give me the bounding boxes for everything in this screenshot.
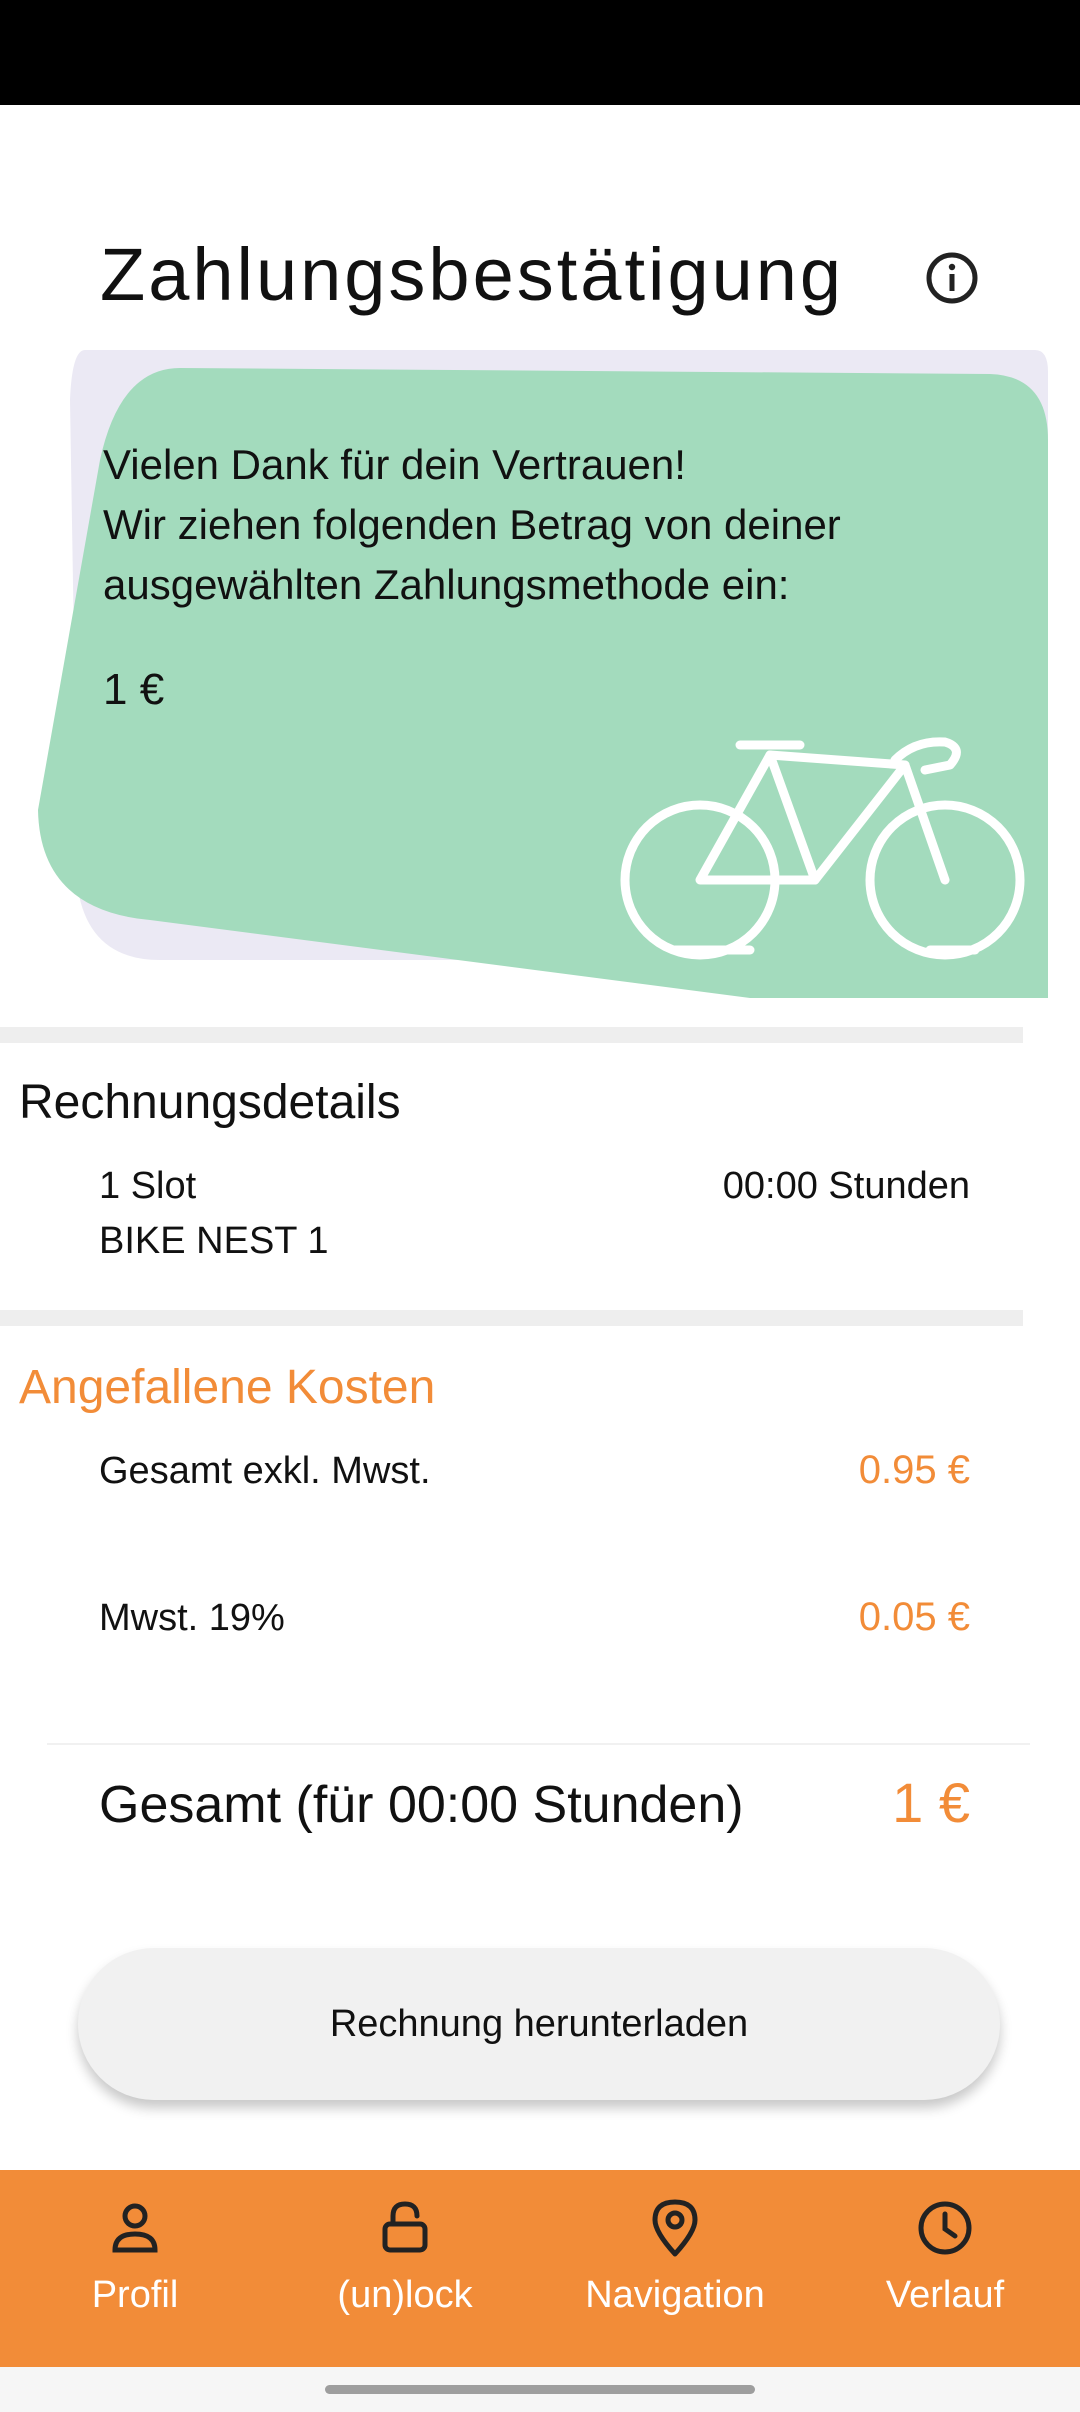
nav-item-navigation[interactable]: Navigation: [540, 2170, 810, 2367]
station-name: BIKE NEST 1: [99, 1220, 329, 1262]
nav-item-unlock[interactable]: (un)lock: [270, 2170, 540, 2367]
info-circle-icon[interactable]: [924, 250, 980, 306]
page-title: Zahlungsbestätigung: [100, 233, 845, 316]
invoice-details-title: Rechnungsdetails: [19, 1076, 401, 1129]
slot-count: 1 Slot: [99, 1165, 197, 1207]
total-label: Gesamt (für 00:00 Stunden): [99, 1776, 744, 1834]
slot-duration: 00:00 Stunden: [722, 1165, 970, 1207]
costs-title: Angefallene Kosten: [19, 1361, 436, 1414]
vat-label: Mwst. 19%: [99, 1597, 285, 1639]
bicycle-icon: [620, 737, 1025, 960]
nav-label: Verlauf: [885, 2274, 1005, 2316]
nav-label: Profil: [91, 2274, 179, 2316]
system-gesture-area: [0, 2367, 1080, 2412]
vat-value: 0.05 €: [858, 1595, 970, 1639]
download-invoice-button[interactable]: Rechnung herunterladen: [78, 1948, 1000, 2100]
nav-label: (un)lock: [337, 2274, 473, 2316]
nav-item-verlauf[interactable]: Verlauf: [810, 2170, 1080, 2367]
nav-item-profil[interactable]: Profil: [0, 2170, 270, 2367]
net-cost-label: Gesamt exkl. Mwst.: [99, 1450, 431, 1492]
net-cost-value: 0.95 €: [858, 1448, 970, 1492]
card-message: Vielen Dank für dein Vertrauen! Wir zieh…: [103, 435, 841, 615]
nav-label: Navigation: [585, 2274, 765, 2316]
person-icon: [112, 2203, 158, 2253]
bottom-navigation: Profil (un)lock Navigation Verlauf: [0, 2170, 1080, 2367]
total-value: 1 €: [892, 1771, 970, 1834]
lock-icon: [382, 2201, 428, 2253]
location-pin-icon: [652, 2199, 698, 2257]
card-message-line: Vielen Dank für dein Vertrauen!: [103, 441, 686, 488]
clock-icon: [918, 2201, 972, 2255]
section-divider: [0, 1310, 1023, 1326]
home-gesture-bar[interactable]: [325, 2385, 755, 2394]
status-bar: [0, 0, 1080, 105]
card-message-line: Wir ziehen folgenden Betrag von deiner: [103, 501, 841, 548]
section-divider: [0, 1027, 1023, 1043]
total-separator: [47, 1743, 1030, 1745]
card-amount: 1 €: [103, 665, 165, 714]
card-message-line: ausgewählten Zahlungsmethode ein:: [103, 561, 790, 608]
